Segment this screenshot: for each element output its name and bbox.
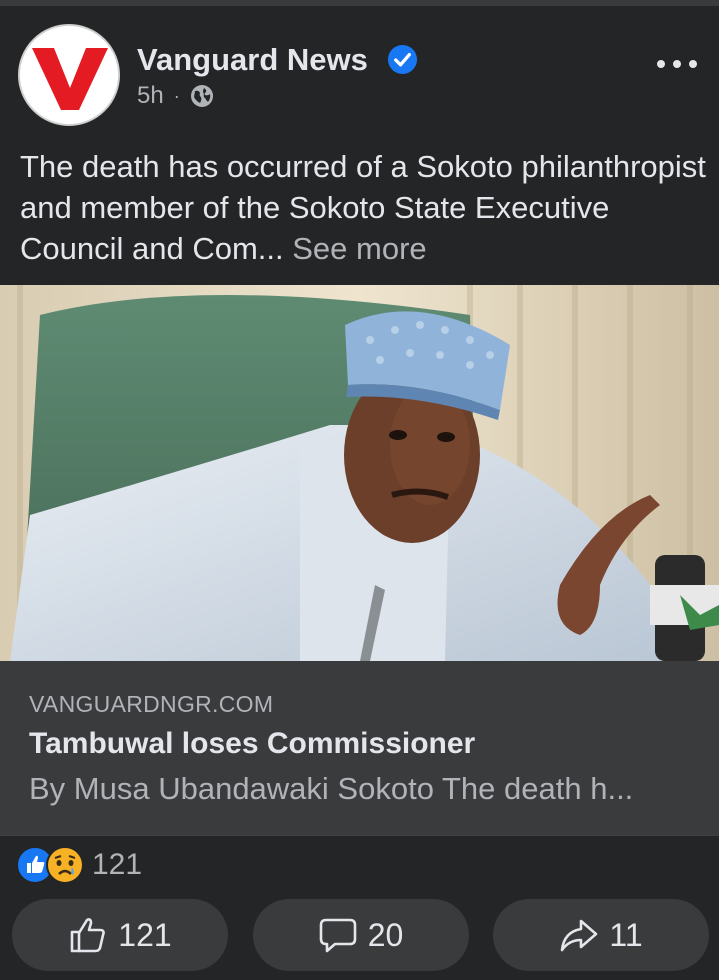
link-preview[interactable]: VANGUARDNGR.COM Tambuwal loses Commissio… [0,661,719,835]
link-description: By Musa Ubandawaki Sokoto The death h... [29,771,634,806]
photo-illustration [0,285,719,661]
share-count: 11 [609,916,643,953]
more-options-icon[interactable] [657,52,697,76]
comment-icon [319,918,357,953]
post-meta: 5h · [137,82,214,110]
reaction-count: 121 [92,848,143,881]
action-bar: 121 20 11 [12,899,709,971]
page-name[interactable]: Vanguard News [137,42,368,78]
avatar[interactable] [18,24,120,126]
like-button[interactable]: 121 [12,899,228,971]
comment-button[interactable]: 20 [252,899,469,971]
reaction-summary[interactable]: 121 [16,845,142,885]
comment-count: 20 [367,916,404,953]
share-icon [561,919,598,952]
link-title[interactable]: Tambuwal loses Commissioner [29,727,475,761]
post-photo[interactable] [0,285,719,661]
post-time[interactable]: 5h [137,82,164,110]
thumbs-up-icon [70,918,106,953]
divider [0,835,719,836]
meta-separator: · [173,85,180,106]
like-count: 121 [118,916,172,953]
globe-icon [190,85,213,107]
vanguard-logo [20,26,118,124]
post-body: The death has occurred of a Sokoto phila… [20,146,710,269]
post-header: Vanguard News 5h · [0,6,719,136]
verified-badge-icon [387,44,418,75]
sad-icon [46,846,84,884]
see-more-link[interactable]: See more [292,231,426,266]
link-domain: VANGUARDNGR.COM [29,691,274,717]
share-button[interactable]: 11 [493,899,709,971]
